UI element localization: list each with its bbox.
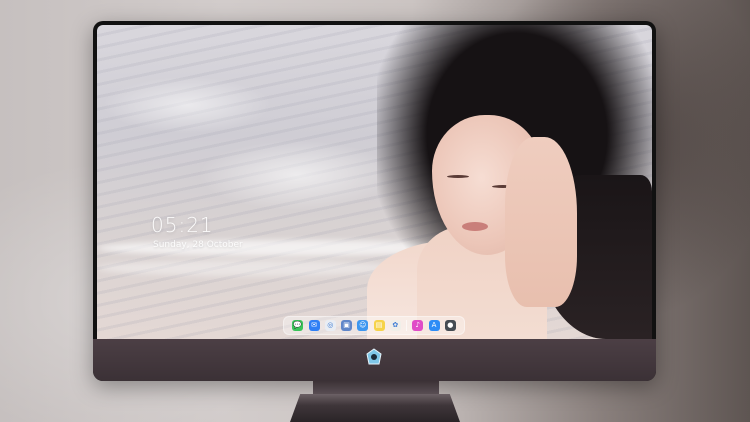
lips xyxy=(462,222,488,231)
dock-itunes-icon[interactable]: ♪ xyxy=(412,320,424,331)
eye xyxy=(447,175,469,178)
dock: 💬 ✉ ◎ ▣ ☺ ▤ ✿ ♪ A ● xyxy=(283,316,465,335)
dock-separator xyxy=(406,320,407,331)
dock-preview-icon[interactable]: ▣ xyxy=(341,320,352,331)
monitor-stand-base xyxy=(290,394,460,422)
brand-logo-icon xyxy=(364,347,384,367)
dock-camera-icon[interactable]: ● xyxy=(444,320,456,331)
lock-screen-date: Sunday, 28 October xyxy=(153,240,243,250)
wallpaper-portrait xyxy=(267,25,652,339)
dock-mail-icon[interactable]: ✉ xyxy=(308,320,320,331)
dock-notes-icon[interactable]: ▤ xyxy=(373,320,385,331)
dock-messages-icon[interactable]: 💬 xyxy=(292,320,304,331)
dock-photos-icon[interactable]: ✿ xyxy=(389,320,401,331)
dock-safari-icon[interactable]: ◎ xyxy=(324,320,336,331)
monitor: 05:21 Sunday, 28 October 💬 ✉ ◎ ▣ ☺ ▤ ✿ ♪ A ● xyxy=(93,21,656,381)
monitor-chin xyxy=(93,339,656,381)
lock-screen-clock: 05:21 xyxy=(151,213,214,237)
monitor-stand-neck xyxy=(313,381,439,395)
dock-finder-icon[interactable]: ☺ xyxy=(357,320,369,331)
hand xyxy=(505,137,577,307)
dock-app-store-icon[interactable]: A xyxy=(428,320,440,331)
desktop-screen[interactable]: 05:21 Sunday, 28 October 💬 ✉ ◎ ▣ ☺ ▤ ✿ ♪ A ● xyxy=(97,25,652,339)
